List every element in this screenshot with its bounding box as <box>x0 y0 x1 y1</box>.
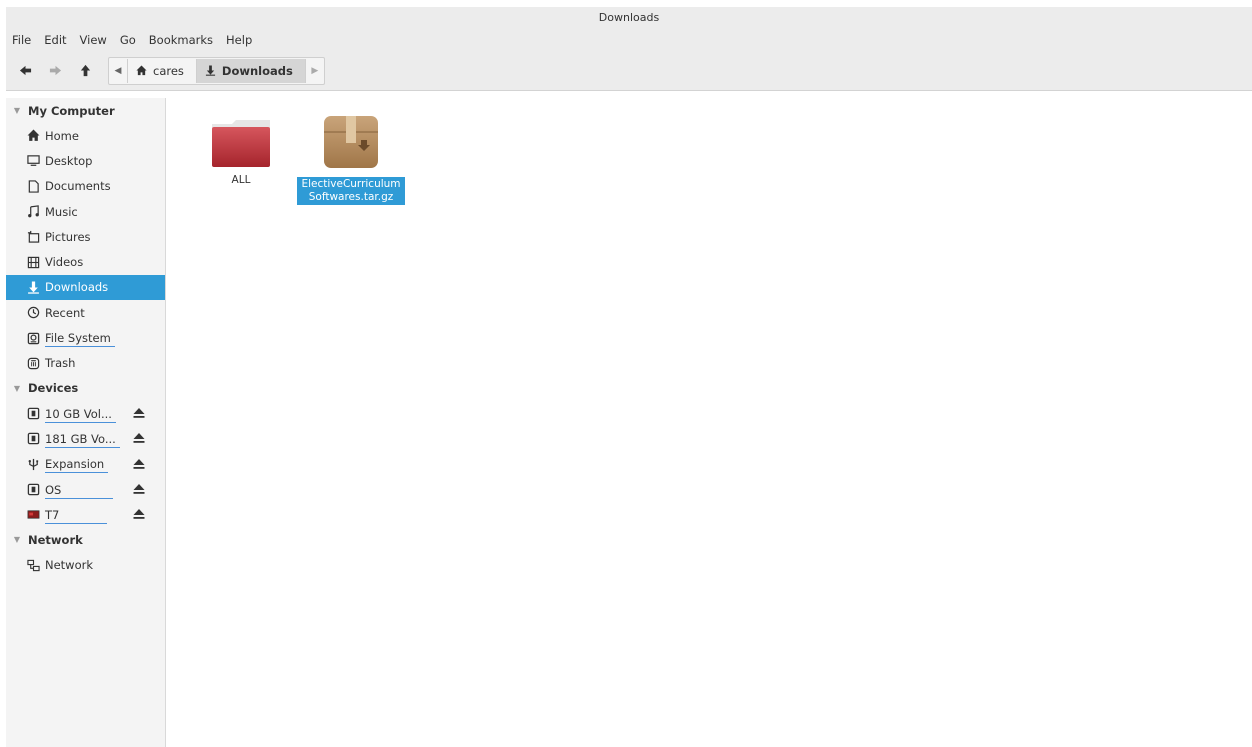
pictures-icon <box>26 230 40 244</box>
sidebar-item-downloads[interactable]: Downloads <box>6 274 165 301</box>
title-bar[interactable]: Downloads <box>6 7 1252 29</box>
path-crumb-home-label: cares <box>153 63 184 78</box>
usb-icon <box>26 457 40 471</box>
file-name: ElectiveCurriculumSoftwares.tar.gz <box>297 177 405 205</box>
download-icon <box>26 280 40 294</box>
file-item-archive[interactable]: ElectiveCurriculumSoftwares.tar.gz <box>296 113 406 205</box>
sidebar-item-label: Expansion <box>45 457 109 474</box>
drive-icon <box>26 432 40 446</box>
sidebar-item-music[interactable]: Music <box>6 199 165 224</box>
chevron-left-icon: ◀ <box>114 65 122 76</box>
eject-icon[interactable] <box>132 431 146 445</box>
videos-icon <box>26 255 40 269</box>
path-scroll-right[interactable]: ▶ <box>306 59 324 83</box>
sidebar-item-label: Trash <box>45 356 76 371</box>
path-crumb-downloads-label: Downloads <box>221 63 293 78</box>
sidebar-item-label: Videos <box>45 255 84 270</box>
sidebar-item-recent[interactable]: Recent <box>6 300 165 325</box>
sidebar-item-label: 181 GB Vo... <box>45 431 120 448</box>
sidebar-item-label: T7 <box>45 508 108 524</box>
eject-icon[interactable] <box>132 482 146 496</box>
path-scroll-left[interactable]: ◀ <box>109 59 127 83</box>
file-name: ALL <box>231 174 251 186</box>
sidebar-item-home[interactable]: Home <box>6 123 165 148</box>
section-devices-title: Devices <box>28 381 79 396</box>
music-icon <box>26 205 40 219</box>
sidebar-item-device-10gb[interactable]: 10 GB Vol... <box>6 401 165 426</box>
folder-icon <box>212 120 270 167</box>
section-devices[interactable]: ▼ Devices <box>6 376 165 401</box>
section-network-title: Network <box>28 532 83 547</box>
documents-icon <box>26 179 40 193</box>
chevron-right-icon: ▶ <box>311 65 319 76</box>
recent-icon <box>26 306 40 320</box>
menu-edit[interactable]: Edit <box>44 33 66 47</box>
path-crumb-downloads[interactable]: Downloads <box>195 58 306 83</box>
collapse-triangle-icon: ▼ <box>13 383 21 393</box>
home-icon <box>26 129 40 143</box>
menu-file[interactable]: File <box>12 33 31 47</box>
trash-icon <box>26 356 40 370</box>
network-icon <box>26 558 40 572</box>
file-manager-window: Downloads File Edit View Go Bookmarks He… <box>6 7 1252 747</box>
sidebar-item-label: Documents <box>45 179 111 194</box>
sidebar-item-videos[interactable]: Videos <box>6 249 165 274</box>
drive-icon <box>26 483 40 497</box>
archive-icon <box>324 116 378 168</box>
external-drive-icon <box>26 508 40 522</box>
sidebar-item-label: Music <box>45 204 78 219</box>
home-icon <box>136 65 147 76</box>
sidebar-item-pictures[interactable]: Pictures <box>6 224 165 249</box>
download-icon <box>205 65 216 76</box>
sidebar-item-network[interactable]: Network <box>6 552 165 577</box>
menu-bar: File Edit View Go Bookmarks Help <box>6 29 1252 51</box>
sidebar-item-trash[interactable]: Trash <box>6 351 165 376</box>
sidebar-item-label: Recent <box>45 305 85 320</box>
sidebar-item-device-expansion[interactable]: Expansion <box>6 452 165 477</box>
sidebar-item-label: Pictures <box>45 229 91 244</box>
sidebar-item-label: Desktop <box>45 153 93 168</box>
sidebar-item-label: File System <box>45 331 115 348</box>
sidebar-item-documents[interactable]: Documents <box>6 174 165 199</box>
sidebar-item-device-os[interactable]: OS <box>6 477 165 502</box>
sidebar-item-label: Network <box>45 558 94 573</box>
eject-icon[interactable] <box>132 457 146 471</box>
desktop-icon <box>26 154 40 168</box>
sidebar-item-desktop[interactable]: Desktop <box>6 148 165 173</box>
filesystem-icon <box>26 331 40 345</box>
menu-help[interactable]: Help <box>226 33 252 47</box>
section-my-computer[interactable]: ▼ My Computer <box>6 98 165 123</box>
section-my-computer-title: My Computer <box>28 103 115 118</box>
up-button[interactable] <box>74 60 96 82</box>
sidebar-item-label: OS <box>45 483 114 499</box>
window-title: Downloads <box>598 11 660 24</box>
forward-button[interactable] <box>44 60 66 82</box>
menu-view[interactable]: View <box>80 33 107 47</box>
collapse-triangle-icon: ▼ <box>13 535 21 545</box>
toolbar: ◀ cares Downloads ▶ <box>6 51 1252 91</box>
sidebar-item-label: Home <box>45 128 79 143</box>
eject-icon[interactable] <box>132 507 146 521</box>
path-crumb-home[interactable]: cares <box>127 58 196 83</box>
menu-go[interactable]: Go <box>120 33 136 47</box>
file-item-folder-all[interactable]: ALL <box>196 116 286 187</box>
file-view[interactable]: ALL ElectiveCurriculumSoftwares.tar.gz <box>166 98 1252 747</box>
up-arrow-icon <box>80 64 90 77</box>
sidebar-item-label: Downloads <box>45 280 109 295</box>
back-arrow-icon <box>19 65 31 76</box>
forward-arrow-icon <box>49 65 61 76</box>
section-network[interactable]: ▼ Network <box>6 527 165 552</box>
collapse-triangle-icon: ▼ <box>13 106 21 115</box>
sidebar-item-device-t7[interactable]: T7 <box>6 502 165 527</box>
sidebar-item-device-181gb[interactable]: 181 GB Vo... <box>6 426 165 451</box>
sidebar: ▼ My Computer Home Desktop Documents Mus… <box>6 98 166 747</box>
menu-bookmarks[interactable]: Bookmarks <box>149 33 213 47</box>
sidebar-item-label: 10 GB Vol... <box>45 406 116 423</box>
eject-icon[interactable] <box>132 406 146 420</box>
path-bar: ◀ cares Downloads ▶ <box>108 56 325 85</box>
back-button[interactable] <box>14 60 36 82</box>
drive-icon <box>26 407 40 421</box>
sidebar-item-file-system[interactable]: File System <box>6 325 165 350</box>
